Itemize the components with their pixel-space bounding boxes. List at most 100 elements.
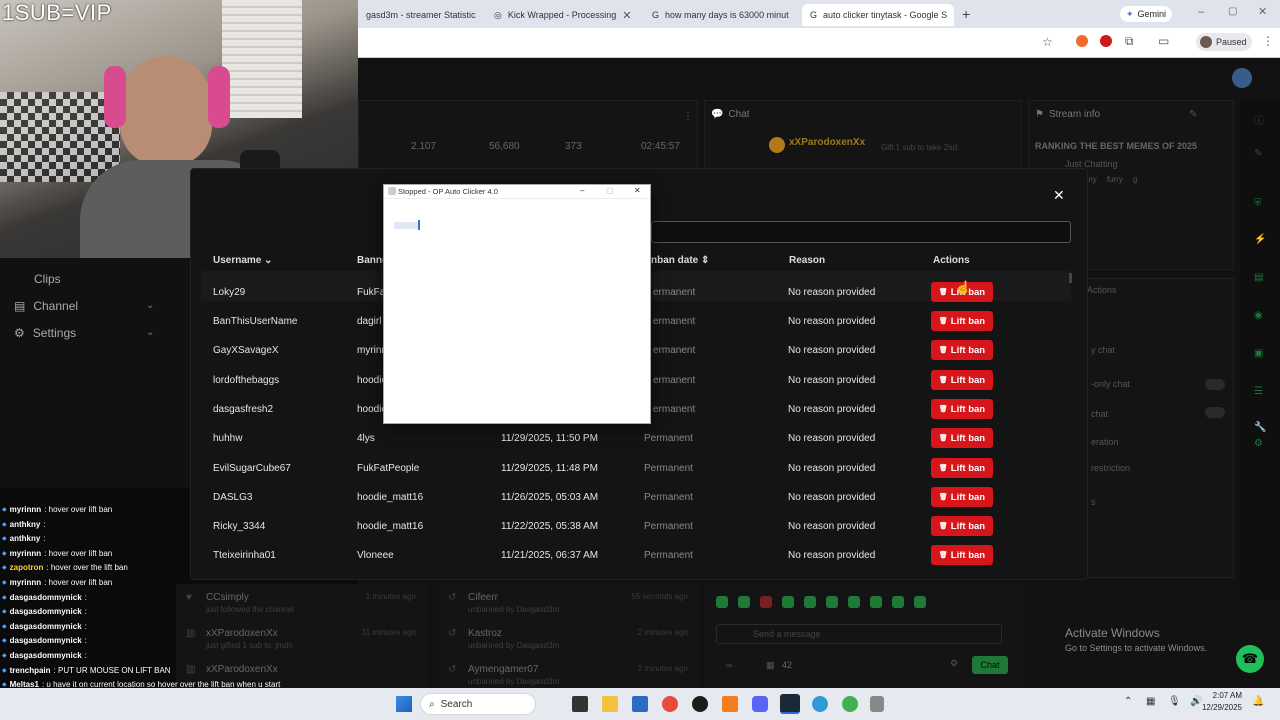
edit-pencil-icon[interactable]: ✎ [1189, 109, 1197, 120]
sidebar-item-settings[interactable]: ⚙ Settings [14, 326, 76, 340]
unban-icon: ↺ [448, 592, 457, 603]
taskbar-search[interactable]: ⌕ Search [420, 693, 536, 715]
tab-auto-clicker-search[interactable]: Gauto clicker tinytask - Google S ✕ [802, 4, 954, 26]
scrollbar[interactable] [1069, 273, 1072, 283]
profile-paused-button[interactable]: Paused [1196, 33, 1252, 51]
sidebar-item-channel[interactable]: ▤ Channel [14, 299, 78, 313]
gemini-button[interactable]: ✦ Gemini [1120, 6, 1173, 22]
gear-icon[interactable]: ⚙ [950, 658, 958, 669]
tab-days-search[interactable]: Ghow many days is 63000 minut ✕ [644, 4, 796, 26]
windows-start-icon[interactable] [396, 696, 412, 712]
emote-icon[interactable] [892, 596, 904, 608]
clock-time[interactable]: 2:07 AM [1208, 691, 1242, 700]
bookmark-star-icon[interactable]: ☆ [1042, 35, 1053, 49]
search-input[interactable] [651, 221, 1071, 243]
lift-ban-button[interactable]: 🗑 Lift ban [931, 311, 993, 331]
extension-icon[interactable] [1076, 35, 1088, 47]
clock-date[interactable]: 12/29/2025 [1200, 703, 1242, 712]
menu-kebab-icon[interactable]: ⋮ [1262, 34, 1274, 48]
column-header-unban-date[interactable]: nban date ⇕ [651, 255, 709, 266]
toggle-switch[interactable] [1205, 379, 1225, 390]
microphone-icon[interactable]: 🎙 [1168, 696, 1181, 707]
emote-icon[interactable] [738, 596, 750, 608]
close-icon[interactable]: ✕ [1053, 187, 1065, 204]
pencil-icon[interactable]: ✎ [1254, 148, 1262, 159]
discord-icon[interactable] [752, 696, 768, 712]
lift-ban-button[interactable]: 🗑 Lift ban [931, 545, 993, 565]
close-icon[interactable]: ✕ [622, 9, 631, 22]
network-icon[interactable]: ▦ [1146, 696, 1155, 707]
chat-message-input[interactable]: Send a message [716, 624, 1002, 644]
extension-icon[interactable] [1100, 35, 1112, 47]
lift-ban-button[interactable]: 🗑 Lift ban [931, 458, 993, 478]
clipboard-icon[interactable]: ▤ [1254, 272, 1263, 283]
cast-icon[interactable]: ▭ [1158, 34, 1169, 48]
extensions-puzzle-icon[interactable]: ⧉ [1125, 34, 1134, 49]
emote-icon[interactable] [914, 596, 926, 608]
emote-icon[interactable] [870, 596, 882, 608]
emote-icon[interactable] [826, 596, 838, 608]
trash-icon: 🗑 [938, 435, 948, 442]
close-icon[interactable]: ✕ [795, 9, 796, 22]
lift-ban-button[interactable]: 🗑 Lift ban [931, 399, 993, 419]
task-view-icon[interactable] [572, 696, 588, 712]
lift-ban-button[interactable]: 🗑 Lift ban [931, 340, 993, 360]
close-icon[interactable]: ✕ [953, 9, 954, 22]
tab-kick-wrapped[interactable]: ◎ Kick Wrapped - Processing ✕ [486, 4, 636, 26]
screen-icon[interactable]: ▣ [1254, 348, 1263, 359]
chat-icon[interactable]: ◉ [1254, 310, 1263, 321]
list-icon[interactable]: ☰ [1254, 386, 1263, 397]
mouse-app-icon[interactable] [870, 696, 884, 712]
new-tab-icon[interactable]: + [962, 6, 970, 22]
column-header-username[interactable]: Username ⌄ [213, 255, 273, 266]
maximize-window-icon[interactable]: ▢ [1228, 6, 1237, 17]
gear-icon[interactable]: ⚙ [1254, 438, 1263, 449]
info-icon[interactable]: ⓘ [1254, 112, 1264, 127]
app-icon[interactable] [722, 696, 738, 712]
sidebar-item-clips[interactable]: Clips [34, 272, 61, 286]
lift-ban-button[interactable]: 🗑 Lift ban [931, 487, 993, 507]
minimize-icon[interactable]: – [580, 186, 584, 195]
emote-icon[interactable] [804, 596, 816, 608]
minimize-window-icon[interactable]: – [1198, 6, 1204, 18]
send-chat-button[interactable]: Chat [972, 656, 1008, 674]
emote-icon[interactable] [782, 596, 794, 608]
link-icon[interactable]: ∞ [726, 660, 732, 670]
emote-icon[interactable] [716, 596, 728, 608]
bolt-icon[interactable]: ⚡ [1254, 234, 1266, 245]
chevron-down-icon[interactable]: ⌄ [146, 327, 154, 338]
badge-icon: ◆ [2, 580, 7, 586]
banned-username: Loky29 [213, 287, 246, 298]
ban-reason: No reason provided [788, 404, 876, 415]
store-icon[interactable] [632, 696, 648, 712]
support-headset-icon[interactable]: ☎ [1236, 645, 1264, 673]
file-explorer-icon[interactable] [602, 696, 618, 712]
emote-icon[interactable] [760, 596, 772, 608]
tab-streamer-statistics[interactable]: gasd3m - streamer Statistics✕ [358, 4, 476, 26]
badge-icon: ◆ [2, 536, 7, 543]
auto-clicker-titlebar[interactable]: Stopped - OP Auto Clicker 4.0 – ▢ ✕ [384, 185, 650, 199]
close-icon[interactable]: ✕ [634, 186, 641, 195]
ban-type: ermanent [653, 287, 696, 298]
chevron-up-icon[interactable]: ⌃ [1124, 696, 1132, 707]
steam-icon[interactable] [780, 694, 800, 714]
emote-icon[interactable] [848, 596, 860, 608]
shield-icon[interactable]: ⛨ [1254, 198, 1262, 209]
chevron-down-icon[interactable]: ⌄ [146, 300, 154, 311]
tab-label: auto clicker tinytask - Google S [823, 10, 948, 20]
lift-ban-button[interactable]: 🗑 Lift ban [931, 516, 993, 536]
app-icon[interactable] [812, 696, 828, 712]
ban-type: ermanent [653, 316, 696, 327]
toggle-switch[interactable] [1205, 407, 1225, 418]
github-icon[interactable] [692, 696, 708, 712]
chrome-icon[interactable] [662, 696, 678, 712]
avatar[interactable] [1232, 68, 1252, 88]
notification-bell-icon[interactable]: 🔔 [1252, 696, 1264, 707]
chrome-profile-icon[interactable] [842, 696, 858, 712]
menu-kebab-icon[interactable]: ⋮ [683, 111, 693, 122]
auto-clicker-window[interactable]: Stopped - OP Auto Clicker 4.0 – ▢ ✕ [383, 184, 651, 424]
lift-ban-button[interactable]: 🗑 Lift ban [931, 428, 993, 448]
close-window-icon[interactable]: ✕ [1258, 5, 1267, 18]
lift-ban-button[interactable]: 🗑 Lift ban [931, 370, 993, 390]
wrench-icon[interactable]: 🔧 [1254, 422, 1266, 433]
